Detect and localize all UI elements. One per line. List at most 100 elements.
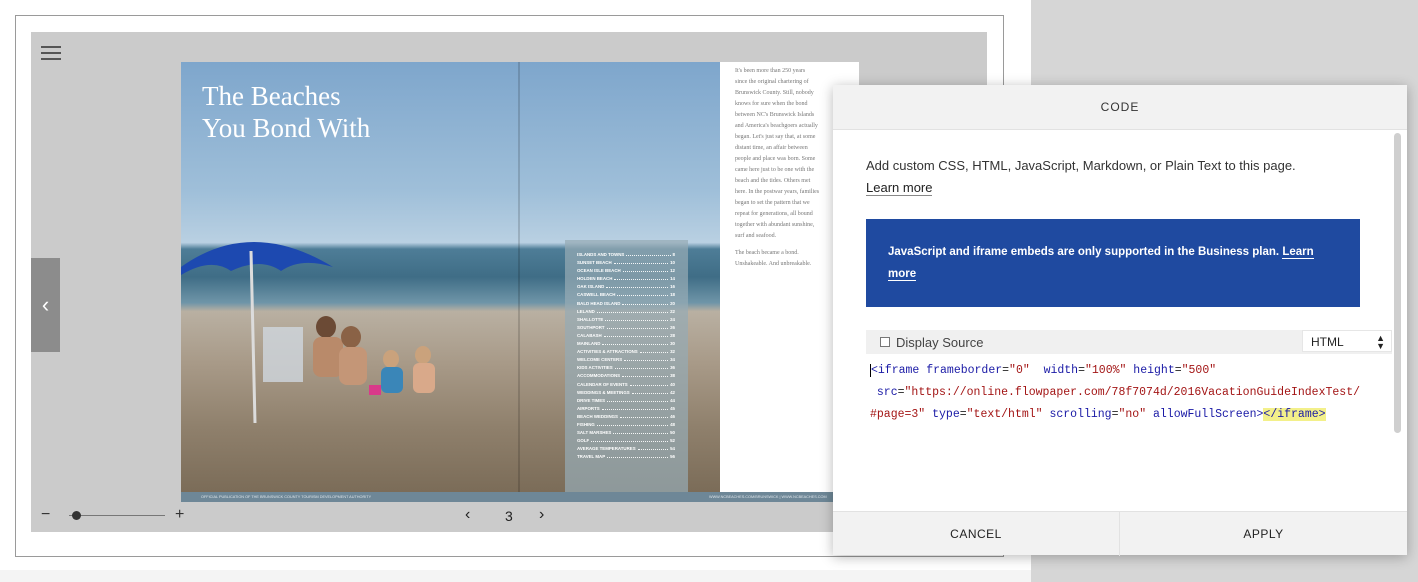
toc-entry-page: 8 [672, 252, 675, 257]
toc-entry-page: 56 [670, 454, 675, 460]
toc-entry: SHALLOTTE 24 [577, 317, 675, 325]
toc-entry-title: KIDS ACTIVITIES [577, 365, 613, 371]
toc-leader-dots [603, 333, 669, 337]
toc-entry-page: 24 [670, 316, 675, 322]
hamburger-icon[interactable] [41, 46, 61, 60]
toc-leader-dots [614, 276, 669, 281]
code-editor[interactable]: <iframe frameborder="0" width="100%" hei… [866, 356, 1392, 514]
toc-entry: OCEAN ISLE BEACH 12 [577, 268, 675, 276]
code-token: frameborder [919, 364, 1003, 377]
zoom-out-button[interactable]: − [41, 506, 50, 524]
toc-entry-title: SHALLOTTE [577, 316, 604, 322]
toc-leader-dots [622, 301, 669, 305]
toc-entry-title: DRIVE TIMES [577, 397, 606, 403]
page-navigation: ‹ 3 › [465, 506, 555, 526]
toc-entry: CASWELL BEACH 18 [577, 292, 675, 300]
toc-entry: MAINLAND 30 [577, 341, 675, 349]
toc-entry: GOLF 52 [577, 438, 675, 446]
dialog-title: CODE [833, 85, 1407, 130]
code-token: allowFullScreen [1146, 408, 1257, 421]
toc-entry-page: 48 [670, 421, 675, 427]
toc-leader-dots [602, 341, 669, 346]
toc-entry-title: HOLDEN BEACH [577, 276, 613, 282]
toc-entry-title: ISLANDS AND TOWNS [577, 252, 625, 257]
toc-leader-dots [619, 414, 669, 418]
toc-entry-title: WEDDINGS & MEETINGS [577, 389, 630, 395]
next-page-button[interactable]: › [539, 506, 544, 524]
toc-entry: SALT MARSHES 50 [577, 430, 675, 438]
toc-entry-page: 45 [670, 405, 675, 411]
toc-entry-page: 52 [670, 438, 675, 444]
display-source-checkbox[interactable] [880, 337, 890, 347]
code-token: width [1029, 364, 1079, 377]
table-of-contents: ISLANDS AND TOWNS 8 SUNSET BEACH 10 OCEAN IS… [565, 240, 688, 492]
toc-entry-title: AVERAGE TEMPERATURES [577, 446, 636, 452]
toc-leader-dots [606, 284, 669, 289]
toc-entry-page: 42 [670, 389, 675, 395]
language-select[interactable]: HTML ▲ ▼ [1302, 330, 1392, 352]
toc-entry-title: FISHING [577, 421, 595, 427]
toc-entry-title: SALT MARSHES [577, 430, 612, 436]
toc-entry: SOUTHPORT 26 [577, 325, 675, 333]
zoom-in-button[interactable]: + [175, 506, 184, 524]
toc-entry-page: 10 [670, 260, 675, 266]
toc-leader-dots [591, 438, 669, 443]
toc-entry-title: ACCOMMODATIONS [577, 373, 621, 379]
spread-footer: OFFICIAL PUBLICATION OF THE BRUNSWICK CO… [181, 492, 859, 502]
previous-page-button[interactable]: ‹ [465, 506, 470, 524]
toc-entry: BEACH WEDDINGS 46 [577, 414, 675, 422]
notice-learn-link[interactable]: Learn [1282, 246, 1314, 259]
toc-entry: BALD HEAD ISLAND 20 [577, 301, 675, 309]
code-token: = [1078, 364, 1085, 377]
business-plan-notice: JavaScript and iframe embeds are only su… [866, 219, 1360, 307]
toc-entry-page: 16 [670, 284, 675, 290]
toc-entry-page: 18 [670, 292, 675, 298]
toc-entry-title: CALABASH [577, 332, 602, 338]
toc-entry: OAK ISLAND 16 [577, 284, 675, 292]
toc-leader-dots [629, 382, 669, 386]
cancel-button[interactable]: CANCEL [833, 512, 1120, 556]
toc-leader-dots [607, 398, 669, 402]
code-token: src [870, 386, 898, 399]
zoom-control: − + [41, 506, 191, 524]
toc-entry: ISLANDS AND TOWNS 8 [577, 252, 675, 260]
toc-entry-page: 40 [670, 381, 675, 387]
toc-entry: WELCOME CENTERS 34 [577, 357, 675, 365]
toc-entry-page: 28 [670, 332, 675, 338]
toc-entry-page: 50 [670, 430, 675, 436]
notice-more-link[interactable]: more [888, 268, 917, 281]
learn-more-link[interactable]: Learn more [866, 180, 933, 196]
code-token: "0" [1009, 364, 1030, 377]
toc-leader-dots [624, 357, 669, 362]
intro-text: Add custom CSS, HTML, JavaScript, Markdo… [866, 158, 1296, 173]
zoom-slider-track[interactable] [69, 515, 165, 516]
prev-page-button[interactable]: ‹ [31, 258, 60, 352]
toc-entry-title: CALENDAR OF EVENTS [577, 381, 628, 387]
toc-entry-title: LELAND [577, 308, 595, 314]
spread-seam [518, 62, 520, 492]
headline-line-2: You Bond With [202, 113, 371, 143]
toc-entry: LELAND 22 [577, 309, 675, 317]
toc-entry-title: SUNSET BEACH [577, 260, 612, 266]
toc-leader-dots [631, 390, 669, 394]
toc-entry: FISHING 48 [577, 422, 675, 430]
toc-entry-page: 30 [670, 341, 675, 347]
footer-left-text: OFFICIAL PUBLICATION OF THE BRUNSWICK CO… [201, 495, 372, 499]
dialog-intro: Add custom CSS, HTML, JavaScript, Markdo… [866, 155, 1366, 199]
toc-leader-dots [613, 430, 669, 435]
toc-entry-page: 44 [670, 397, 675, 403]
toc-entry-title: AIRPORTS [577, 405, 600, 411]
toc-entry-page: 34 [670, 357, 675, 363]
toc-leader-dots [639, 349, 669, 354]
code-token: type [925, 408, 960, 421]
toc-leader-dots [622, 373, 669, 378]
dialog-footer: CANCEL APPLY [833, 511, 1407, 556]
apply-button[interactable]: APPLY [1120, 512, 1407, 556]
toc-leader-dots [596, 422, 669, 426]
toc-entry-page: 32 [670, 349, 675, 355]
dialog-scrollbar[interactable] [1394, 133, 1401, 433]
toc-entry: CALENDAR OF EVENTS 40 [577, 382, 675, 390]
toc-entry-title: OAK ISLAND [577, 284, 605, 290]
magazine-spread[interactable]: The Beaches You Bond With ISLANDS AND TO… [181, 62, 859, 502]
zoom-slider-handle[interactable] [71, 511, 81, 520]
